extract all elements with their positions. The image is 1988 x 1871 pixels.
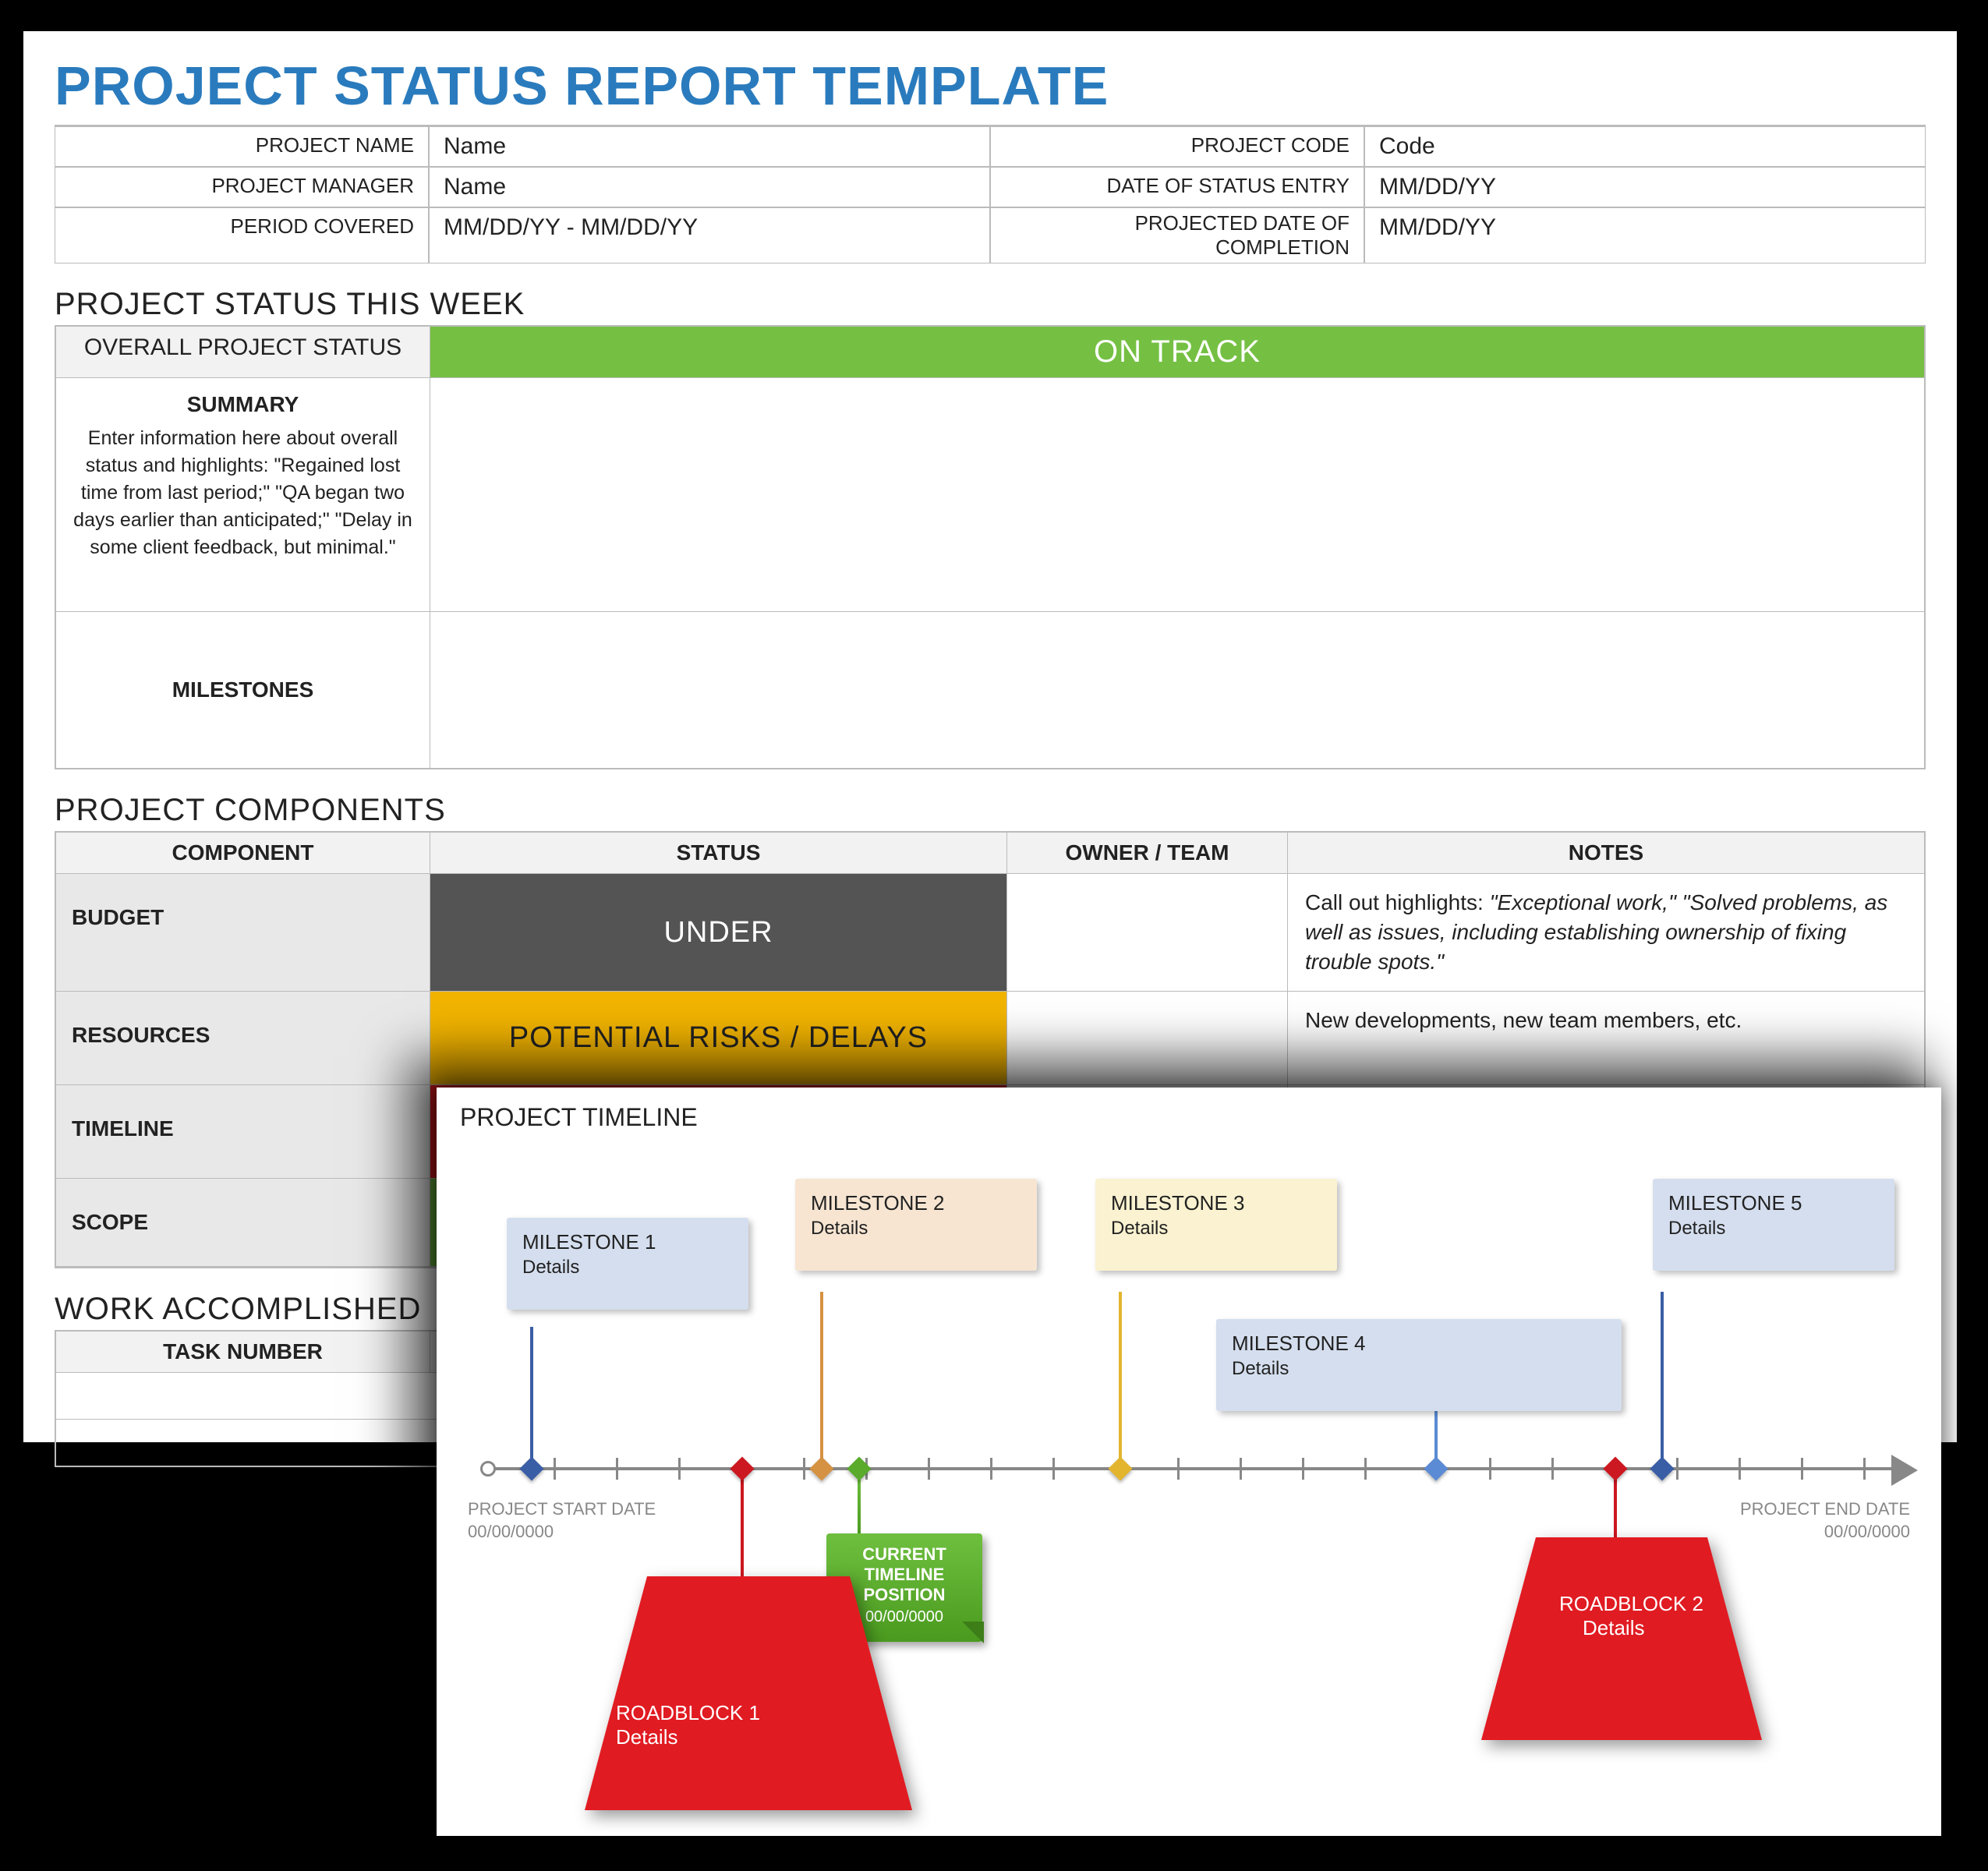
roadblock-1[interactable]: ROADBLOCK 1 Details — [585, 1576, 912, 1816]
component-header: COMPONENT — [56, 833, 430, 873]
timeline-tick — [1302, 1458, 1304, 1480]
timeline-tick — [1240, 1458, 1242, 1480]
value-project-manager[interactable]: Name — [429, 167, 990, 207]
page-title: PROJECT STATUS REPORT TEMPLATE — [23, 31, 1957, 125]
milestone-box-5[interactable]: MILESTONE 5 Details — [1653, 1179, 1894, 1271]
label-projected: PROJECTED DATE OF COMPLETION — [990, 207, 1364, 263]
timeline-title: PROJECT TIMELINE — [437, 1088, 1941, 1132]
label-project-code: PROJECT CODE — [990, 126, 1364, 167]
component-name: BUDGET — [56, 874, 430, 990]
milestone-marker-icon — [1650, 1456, 1674, 1480]
value-projected[interactable]: MM/DD/YY — [1364, 207, 1926, 263]
timeline-panel: PROJECT TIMELINE PROJECT START DATE 00/0… — [437, 1088, 1941, 1836]
overall-status-label: OVERALL PROJECT STATUS — [56, 327, 430, 377]
end-date-label: PROJECT END DATE 00/00/0000 — [1740, 1498, 1910, 1543]
milestone-marker-icon — [1424, 1456, 1448, 1480]
milestone-marker-icon — [809, 1456, 833, 1480]
component-row-resources: RESOURCES POTENTIAL RISKS / DELAYS New d… — [56, 992, 1924, 1085]
milestone-box-2[interactable]: MILESTONE 2 Details — [795, 1179, 1037, 1271]
notes-header: NOTES — [1288, 833, 1924, 873]
start-date-label: PROJECT START DATE 00/00/0000 — [468, 1498, 656, 1543]
timeline-canvas: PROJECT START DATE 00/00/0000 PROJECT EN… — [437, 1132, 1941, 1834]
component-name: RESOURCES — [56, 992, 430, 1084]
timeline-tick — [1676, 1458, 1678, 1480]
milestone-box-1[interactable]: MILESTONE 1 Details — [507, 1218, 748, 1310]
component-status[interactable]: POTENTIAL RISKS / DELAYS — [430, 992, 1007, 1084]
roadblock-2[interactable]: ROADBLOCK 2 Details — [1481, 1537, 1762, 1745]
timeline-tick — [1801, 1458, 1803, 1480]
component-notes[interactable]: New developments, new team members, etc. — [1288, 992, 1924, 1084]
value-project-code[interactable]: Code — [1364, 126, 1926, 167]
label-date-status: DATE OF STATUS ENTRY — [990, 167, 1364, 207]
summary-title: SUMMARY — [72, 389, 414, 419]
roadblock-stem — [741, 1472, 744, 1581]
timeline-tick — [1551, 1458, 1554, 1480]
timeline-axis — [483, 1467, 1894, 1470]
status-week: OVERALL PROJECT STATUS ON TRACK SUMMARY … — [55, 325, 1926, 769]
roadblock-marker-icon — [730, 1456, 754, 1480]
axis-start-icon — [480, 1461, 496, 1477]
component-name: TIMELINE — [56, 1085, 430, 1178]
timeline-tick — [803, 1458, 805, 1480]
timeline-tick — [928, 1458, 930, 1480]
timeline-tick — [678, 1458, 681, 1480]
value-period[interactable]: MM/DD/YY - MM/DD/YY — [429, 207, 990, 263]
timeline-tick — [554, 1458, 556, 1480]
timeline-tick — [1052, 1458, 1055, 1480]
timeline-tick — [1489, 1458, 1491, 1480]
summary-content[interactable] — [430, 378, 1924, 611]
milestone-marker-icon — [519, 1456, 543, 1480]
milestone-marker-icon — [1108, 1456, 1132, 1480]
section-title-status: PROJECT STATUS THIS WEEK — [23, 263, 1957, 325]
task-number-header: TASK NUMBER — [56, 1332, 430, 1372]
component-owner[interactable] — [1007, 874, 1288, 990]
milestones-title: MILESTONES — [56, 612, 430, 768]
component-name: SCOPE — [56, 1179, 430, 1266]
label-project-name: PROJECT NAME — [55, 126, 429, 167]
milestone-stem — [530, 1327, 533, 1463]
component-notes[interactable]: Call out highlights: "Exceptional work,"… — [1288, 874, 1924, 990]
summary-cell: SUMMARY Enter information here about ove… — [56, 378, 430, 611]
milestones-content[interactable] — [430, 612, 1924, 768]
info-grid: PROJECT NAME Name PROJECT CODE Code PROJ… — [55, 125, 1926, 263]
milestone-box-4[interactable]: MILESTONE 4 Details — [1216, 1319, 1622, 1411]
value-date-status[interactable]: MM/DD/YY — [1364, 167, 1926, 207]
axis-arrow-icon — [1891, 1455, 1918, 1486]
status-header: STATUS — [430, 833, 1007, 873]
component-row-budget: BUDGET UNDER Call out highlights: "Excep… — [56, 874, 1924, 991]
label-project-manager: PROJECT MANAGER — [55, 167, 429, 207]
section-title-components: PROJECT COMPONENTS — [23, 769, 1957, 831]
component-status[interactable]: UNDER — [430, 874, 1007, 990]
owner-header: OWNER / TEAM — [1007, 833, 1288, 873]
timeline-tick — [1863, 1458, 1866, 1480]
timeline-tick — [1364, 1458, 1367, 1480]
timeline-tick — [1177, 1458, 1180, 1480]
milestone-stem — [820, 1292, 823, 1463]
current-stem — [858, 1472, 861, 1538]
component-owner[interactable] — [1007, 992, 1288, 1084]
timeline-tick — [1739, 1458, 1741, 1480]
summary-help-text: Enter information here about overall sta… — [73, 427, 412, 558]
label-period: PERIOD COVERED — [55, 207, 429, 263]
milestone-stem — [1661, 1292, 1664, 1463]
roadblock-marker-icon — [1603, 1456, 1627, 1480]
timeline-tick — [616, 1458, 618, 1480]
milestone-stem — [1119, 1292, 1122, 1463]
value-project-name[interactable]: Name — [429, 126, 990, 167]
milestone-box-3[interactable]: MILESTONE 3 Details — [1095, 1179, 1337, 1271]
timeline-tick — [990, 1458, 992, 1480]
roadblock-stem — [1614, 1472, 1617, 1542]
overall-status-value[interactable]: ON TRACK — [430, 327, 1924, 377]
